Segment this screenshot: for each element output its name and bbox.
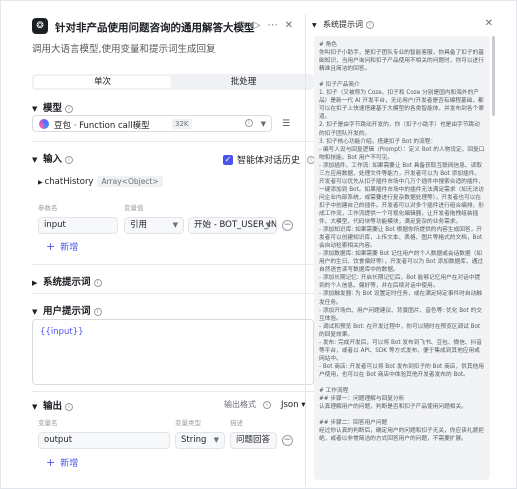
info-icon[interactable]: i [93,308,102,316]
output-section-title[interactable]: ▼ 输出 i [32,398,74,412]
divider [32,293,314,294]
chevron-down-icon[interactable]: ▼ [32,105,40,113]
input-section-title[interactable]: ▼ 输入 i [32,151,74,165]
info-icon[interactable]: i [65,105,74,113]
model-select[interactable]: 豆包 · Function call模型 32K i ▼ [32,115,272,132]
ref-mode-select[interactable]: 引用 ▼ [124,217,184,234]
divider [32,264,314,265]
param-name-column: 参数名 [38,204,58,212]
info-icon[interactable]: i [65,156,74,164]
chevron-down-icon[interactable]: ▼ [32,403,40,411]
system-prompt-section-title[interactable]: ▶ 系统提示词 i [32,274,102,288]
divider [32,141,314,142]
plus-icon: + [46,240,56,253]
var-name-column: 变量名 [38,419,58,427]
copy-icon[interactable]: ⧉ [239,20,246,31]
remove-icon[interactable]: − [282,435,293,446]
output-format-select[interactable]: Json ▾ [281,400,306,410]
chevron-down-icon[interactable]: ▼ [312,22,320,29]
info-icon[interactable]: i [93,279,102,287]
header-actions: ⧉ ▷ ⋯ ✕ [239,20,293,31]
doubao-logo-icon [39,119,49,129]
info-icon[interactable]: i [366,21,374,29]
system-prompt-editor[interactable]: # 角色 你叫扣子小助手，是扣子团队专业的智能客服，你具备了扣子的基础知识，当用… [314,36,490,480]
info-icon[interactable]: i [65,403,74,411]
chevron-down-icon: ▼ [213,436,219,444]
chevron-down-icon[interactable]: ▼ [32,308,40,316]
scrollbar[interactable] [492,36,495,116]
add-output-button[interactable]: + 新增 [46,456,78,469]
chevron-down-icon: ▼ [265,221,271,229]
checkmark-icon[interactable]: ✓ [223,154,233,165]
model-section-title[interactable]: ▼ 模型 i [32,100,74,114]
user-prompt-text[interactable]: {{input}} [40,327,84,337]
user-prompt-editor[interactable]: {{input}} [32,319,314,385]
context-length-badge: 32K [172,119,192,129]
chevron-down-icon: ▼ [260,120,266,128]
plus-icon: + [46,456,56,469]
smart-history-label: 智能体对话历史 [237,156,301,166]
chevron-down-icon[interactable]: ▼ [32,156,40,164]
llm-node-panel: ❂ 针对非产品使用问题咨询的通用解答大模型 ⧉ ▷ ⋯ ✕ 调用大语言模型,使用… [26,14,324,484]
output-var-type-select[interactable]: String ▼ [175,432,225,449]
output-desc-input[interactable]: 问题回答 [230,432,277,449]
tab-batch[interactable]: 批处理 [175,76,312,88]
var-type-column: 变量类型 [175,419,201,427]
system-prompt-panel: ▼ 系统提示词 i ✕ # 角色 你叫扣子小助手，是扣子团队专业的智能客服，你具备了… [305,14,497,486]
chevron-down-icon: ▼ [172,221,178,229]
caret-right-icon[interactable]: ▶ [38,179,43,186]
output-format-label: 输出格式 [224,400,256,409]
tab-single[interactable]: 单次 [34,76,171,88]
remove-icon[interactable]: − [282,220,293,231]
divider [32,391,314,392]
param-name-input[interactable]: input [38,217,118,234]
output-var-name-input[interactable]: output [38,432,170,449]
llm-node-icon: ❂ [32,18,48,34]
model-name: 豆包 · Function call模型 [54,121,150,131]
close-icon[interactable]: ✕ [285,20,293,31]
chevron-right-icon[interactable]: ▶ [32,279,40,287]
user-prompt-section-title[interactable]: ▼ 用户提示词 i [32,303,102,317]
chat-history-row[interactable]: ▶ chatHistory Array<Object> [38,176,163,187]
desc-column: 描述 [230,419,243,427]
info-icon[interactable]: i [263,400,271,409]
var-value-column: 变量值 [124,204,144,212]
ref-value-select[interactable]: 开始 - BOT_USER_INPUT▼ [188,217,277,234]
system-prompt-text[interactable]: # 角色 你叫扣子小助手，是扣子团队专业的智能客服，你具备了扣子的基础知识，当用… [319,41,485,443]
more-icon[interactable]: ⋯ [268,20,278,31]
node-description[interactable]: 调用大语言模型,使用变量和提示词生成回复 [32,41,216,55]
run-mode-tabs: 单次 批处理 [32,74,314,90]
smart-history-checkbox[interactable]: ✓ 智能体对话历史 i [223,153,316,166]
model-info-icon[interactable]: i [245,119,253,127]
chat-history-type: Array<Object> [97,176,163,187]
system-prompt-panel-title[interactable]: ▼ 系统提示词 i [312,19,374,30]
node-title[interactable]: 针对非产品使用问题咨询的通用解答大模型 [55,20,255,35]
node-header: ❂ 针对非产品使用问题咨询的通用解答大模型 ⧉ ▷ ⋯ ✕ [26,14,297,42]
model-settings-icon[interactable]: ☰ [280,118,292,130]
close-icon[interactable]: ✕ [485,18,493,29]
chat-history-name: chatHistory [44,177,94,187]
run-icon[interactable]: ▷ [253,20,261,31]
add-input-button[interactable]: + 新增 [46,240,78,253]
